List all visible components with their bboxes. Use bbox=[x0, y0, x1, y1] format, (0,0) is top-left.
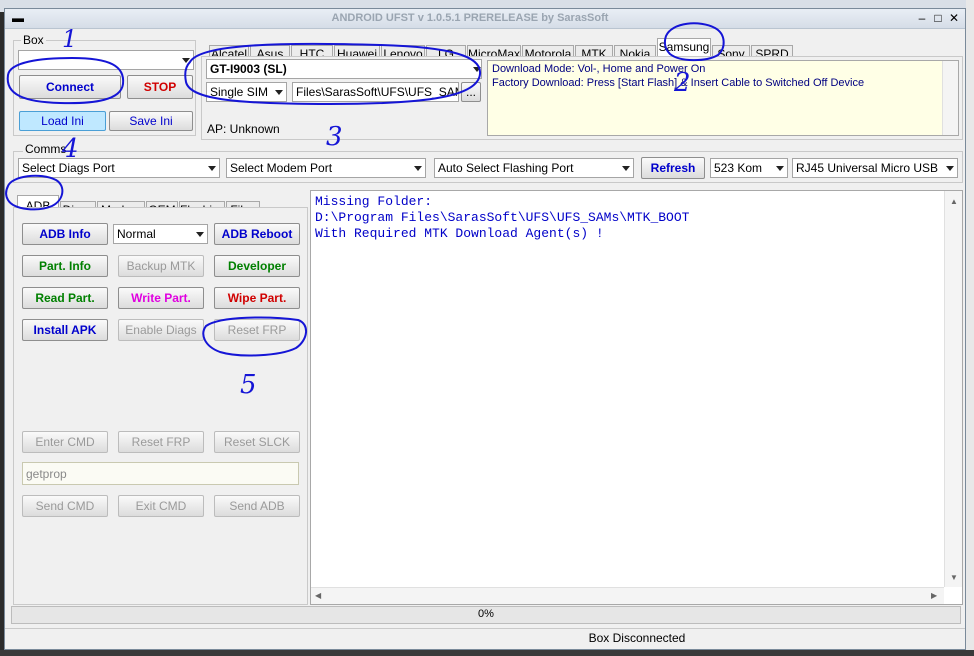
annotation-number: 5 bbox=[240, 370, 257, 400]
annotation-number: 1 bbox=[62, 25, 78, 53]
circle-adb-annotation bbox=[5, 174, 64, 211]
annotation-number: 2 bbox=[674, 68, 691, 98]
hand-annotations bbox=[5, 22, 725, 357]
circle-connect-annotation bbox=[6, 56, 125, 105]
annotation-number: 4 bbox=[62, 134, 79, 164]
circle-model-annotation bbox=[184, 42, 482, 106]
circle-samsung-annotation bbox=[663, 22, 725, 62]
circle-reset-frp-annotation bbox=[202, 316, 307, 357]
annotation-number: 3 bbox=[326, 122, 343, 152]
